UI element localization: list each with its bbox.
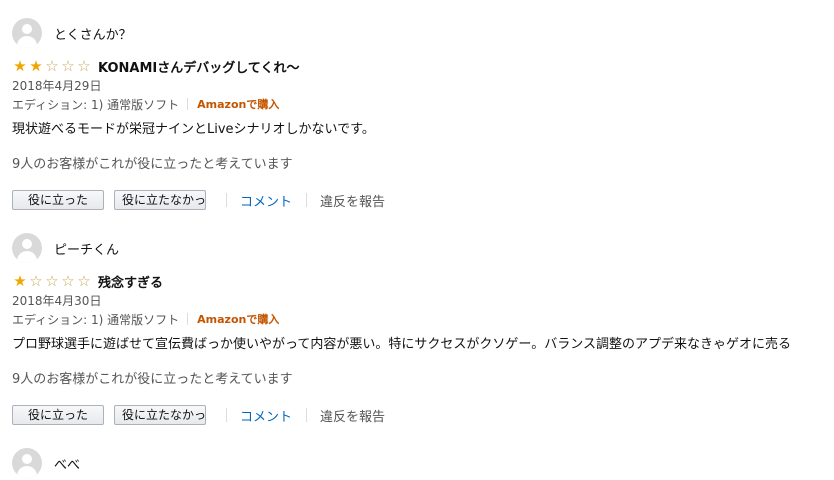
product-format[interactable]: エディション: 1) 通常版ソフト xyxy=(12,311,179,328)
divider xyxy=(226,193,227,207)
star-rating[interactable]: ★ ★ ☆ ☆ ☆ xyxy=(12,58,92,74)
star-empty-icon: ☆ xyxy=(29,272,43,290)
star-empty-icon: ☆ xyxy=(45,57,59,75)
star-empty-icon: ☆ xyxy=(61,57,75,75)
review-body: プロ野球選手に遊ばせて宣伝費ばっか使いやがって内容が悪い。特にサクセスがクソゲー… xyxy=(12,337,791,352)
not-helpful-button[interactable]: 役に立たなかった xyxy=(114,190,206,210)
reviewer-name[interactable]: べべ xyxy=(54,454,80,473)
divider xyxy=(187,313,189,325)
product-format[interactable]: エディション: 1) 通常版ソフト xyxy=(12,96,179,113)
avatar-icon xyxy=(12,448,42,478)
comment-link[interactable]: コメント xyxy=(240,191,292,210)
review-date: 2018年4月29日 xyxy=(12,79,102,93)
helpful-button[interactable]: 役に立った xyxy=(12,405,104,425)
divider xyxy=(306,193,308,207)
reviewer-profile[interactable]: ピーチくん xyxy=(12,231,822,265)
verified-purchase-badge: Amazonで購入 xyxy=(197,98,280,111)
avatar-icon xyxy=(12,233,42,263)
star-rating[interactable]: ★ ☆ ☆ ☆ ☆ xyxy=(12,273,92,289)
review-card: ピーチくん ★ ☆ ☆ ☆ ☆ 残念すぎる 2018年4月30日 エディション: 1) … xyxy=(12,231,822,426)
reviewer-profile[interactable]: べべ xyxy=(12,446,822,480)
star-filled-icon: ★ xyxy=(29,57,43,75)
review-body: 現状遊べるモードが栄冠ナインとLiveシナリオしかないです。 xyxy=(12,122,375,137)
report-abuse-link[interactable]: 違反を報告 xyxy=(320,191,385,210)
reviewer-name[interactable]: ピーチくん xyxy=(54,239,119,258)
star-filled-icon: ★ xyxy=(13,57,27,75)
star-filled-icon: ★ xyxy=(13,272,27,290)
star-empty-icon: ☆ xyxy=(45,272,59,290)
divider xyxy=(226,408,227,422)
not-helpful-button[interactable]: 役に立たなかった xyxy=(114,405,206,425)
avatar-icon xyxy=(12,18,42,48)
helpful-count: 9人のお客様がこれが役に立ったと考えています xyxy=(12,157,293,172)
verified-purchase-badge: Amazonで購入 xyxy=(197,313,280,326)
helpful-count: 9人のお客様がこれが役に立ったと考えています xyxy=(12,372,293,387)
review-card: べべ xyxy=(12,446,822,480)
review-title[interactable]: 残念すぎる xyxy=(98,272,163,291)
star-empty-icon: ☆ xyxy=(61,272,75,290)
report-abuse-link[interactable]: 違反を報告 xyxy=(320,406,385,425)
review-date: 2018年4月30日 xyxy=(12,294,102,308)
reviewer-name[interactable]: とくさんか？ xyxy=(54,24,132,43)
star-empty-icon: ☆ xyxy=(77,57,91,75)
star-empty-icon: ☆ xyxy=(77,272,91,290)
reviewer-profile[interactable]: とくさんか？ xyxy=(12,16,822,50)
review-card: とくさんか？ ★ ★ ☆ ☆ ☆ KONAMIさんデバッグしてくれ～ 2018年4月29… xyxy=(12,16,822,211)
comment-link[interactable]: コメント xyxy=(240,406,292,425)
divider xyxy=(306,408,308,422)
divider xyxy=(187,98,189,110)
review-title[interactable]: KONAMIさんデバッグしてくれ～ xyxy=(98,57,299,76)
helpful-button[interactable]: 役に立った xyxy=(12,190,104,210)
